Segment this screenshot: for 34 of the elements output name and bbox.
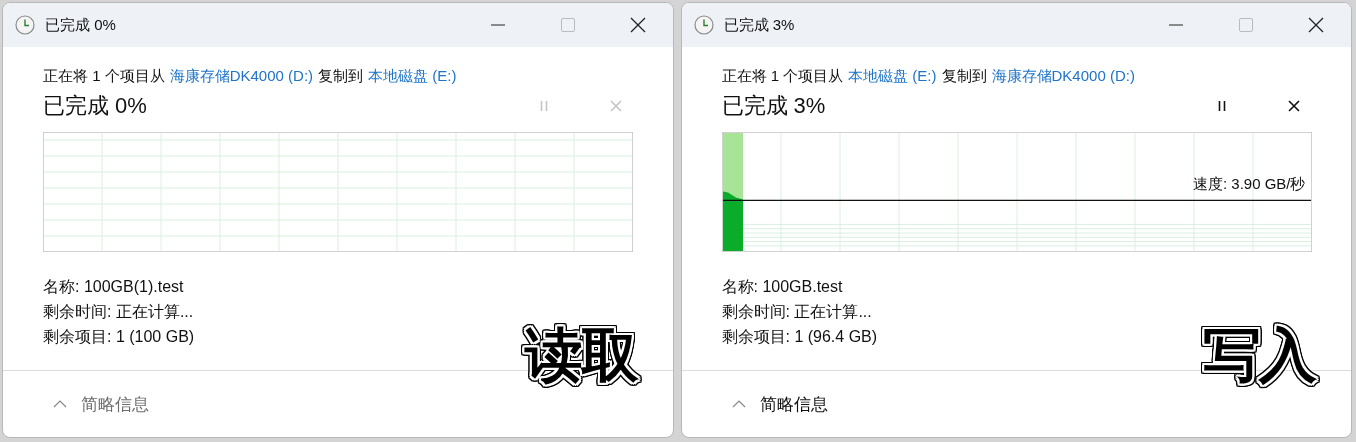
window-title: 已完成 0% bbox=[45, 15, 116, 35]
drive-link[interactable]: 本地磁盘 (E:) bbox=[368, 67, 457, 86]
detail-text: 剩余项目: 1 (100 GB) bbox=[43, 327, 196, 347]
detail-text: 名称: 100GB.test bbox=[721, 277, 844, 297]
chevron-up-icon bbox=[53, 399, 67, 409]
detail-text: 剩余时间: 正在计算... bbox=[43, 302, 195, 322]
close-icon bbox=[629, 17, 646, 33]
maximize-icon bbox=[1238, 17, 1254, 33]
clock-icon bbox=[15, 15, 35, 35]
chevron-up-icon bbox=[731, 399, 746, 409]
progress-heading: 已完成 3% bbox=[721, 92, 827, 120]
close-icon bbox=[608, 99, 623, 113]
drive-link[interactable]: 海康存储DK4000 (D:) bbox=[169, 67, 314, 86]
details-toggle[interactable]: 简略信息 bbox=[727, 388, 832, 420]
close-icon bbox=[1287, 99, 1301, 113]
detail-text: 剩余项目: 1 (96.4 GB) bbox=[721, 327, 879, 347]
speed-label: 速度: 3.90 GB/秒 bbox=[1192, 175, 1306, 194]
clock-icon bbox=[693, 15, 714, 35]
description-text: 复制到 bbox=[318, 67, 364, 86]
drive-link[interactable]: 本地磁盘 (E:) bbox=[848, 67, 937, 86]
window-title: 已完成 3% bbox=[723, 15, 795, 35]
caption-text: 写入 bbox=[1203, 321, 1315, 389]
detail-text: 剩余时间: 正在计算... bbox=[721, 302, 873, 322]
maximize-icon bbox=[559, 17, 576, 33]
drive-link[interactable]: 海康存储DK4000 (D:) bbox=[991, 67, 1135, 86]
description-text: 正在将 1 个项目从 bbox=[43, 67, 165, 86]
progress-heading: 已完成 0% bbox=[43, 92, 148, 120]
description-text: 正在将 1 个项目从 bbox=[721, 67, 844, 86]
close-icon bbox=[1308, 17, 1324, 33]
caption-text: 读取 bbox=[524, 321, 637, 389]
minimize-icon bbox=[490, 24, 505, 26]
minimize-icon bbox=[1169, 24, 1183, 26]
description-text: 复制到 bbox=[941, 67, 987, 86]
detail-text: 名称: 100GB(1).test bbox=[43, 277, 185, 297]
